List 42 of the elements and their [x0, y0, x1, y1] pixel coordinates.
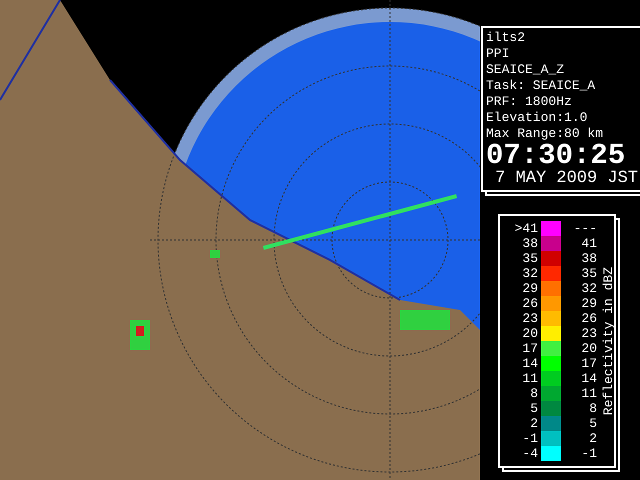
info-text: Task: SEAICE_A: [486, 78, 596, 94]
legend-low-value: 2: [529, 416, 539, 431]
legend-low-value: 32: [521, 266, 539, 281]
legend-low-value: 35: [521, 251, 539, 266]
legend-low-value: 20: [521, 326, 539, 341]
time-text: 07:30:25: [486, 142, 626, 170]
legend-low-value: 8: [529, 386, 539, 401]
legend-high-value: 23: [580, 326, 598, 341]
legend-high-value: 26: [580, 311, 598, 326]
info-text: ilts2: [486, 30, 526, 46]
legend-high-value: -1: [580, 446, 598, 461]
info-text: Elevation:1.0: [486, 110, 588, 126]
legend-title: Reflectivity in dBZ: [601, 266, 616, 416]
legend-low-value: 38: [521, 236, 539, 251]
legend-high-value: 11: [580, 386, 598, 401]
date-text: 7 MAY 2009 JST: [494, 170, 638, 188]
info-text: SEAICE_A_Z: [486, 62, 566, 78]
legend-high-value: 14: [580, 371, 598, 386]
info-text: PRF: 1800Hz: [486, 94, 573, 110]
legend-high-value: 35: [580, 266, 598, 281]
legend-high-value: 41: [580, 236, 598, 251]
legend-high-value: 8: [588, 401, 598, 416]
legend-low-value: -1: [521, 431, 539, 446]
info-text: PPI: [486, 46, 510, 62]
legend-low-value: >41: [514, 221, 539, 236]
legend-low-value: 23: [521, 311, 539, 326]
legend-high-value: 20: [580, 341, 598, 356]
legend-high-value: 29: [580, 296, 598, 311]
legend-high-value: ---: [572, 221, 598, 236]
legend-high-value: 17: [580, 356, 598, 371]
info-text: Max Range:80 km: [486, 126, 604, 142]
legend-low-value: 17: [521, 341, 539, 356]
legend-low-value: 11: [521, 371, 539, 386]
legend-low-value: 29: [521, 281, 539, 296]
legend-high-value: 38: [580, 251, 598, 266]
legend-low-value: -4: [521, 446, 539, 461]
legend-high-value: 2: [588, 431, 598, 446]
legend-low-value: 14: [521, 356, 539, 371]
legend-high-value: 5: [588, 416, 598, 431]
legend-high-value: 32: [580, 281, 598, 296]
legend-low-value: 5: [529, 401, 539, 416]
legend-low-value: 26: [521, 296, 539, 311]
